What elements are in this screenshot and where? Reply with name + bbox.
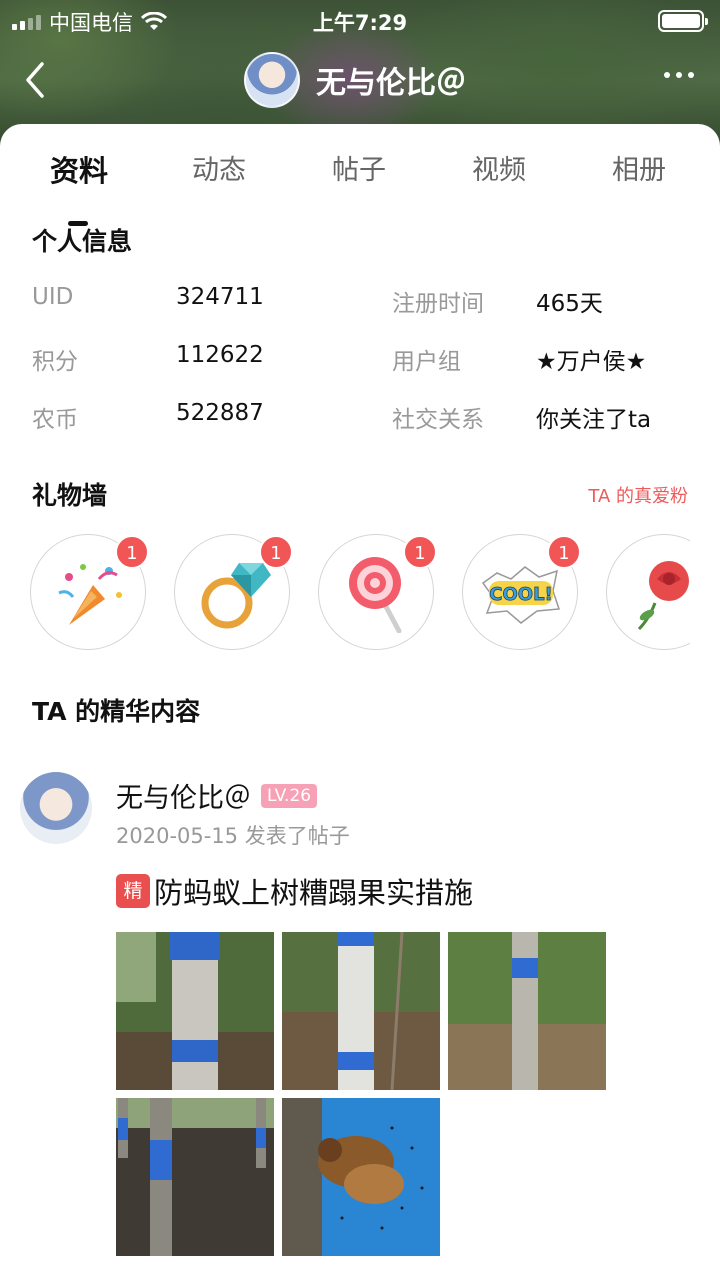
top-nav: 无与伦比＠ (0, 44, 720, 118)
post-photo[interactable] (282, 1098, 440, 1256)
info-value: 324711 (176, 284, 264, 310)
gift-item[interactable] (606, 534, 690, 650)
gift-item[interactable]: 1 (30, 534, 149, 650)
nav-username: 无与伦比＠ (316, 66, 466, 101)
party-popper-icon (58, 564, 122, 625)
clock: 上午7:29 (312, 11, 408, 35)
gift-item[interactable]: 1 (318, 534, 437, 650)
info-label: 社交关系 (392, 407, 484, 433)
post-photo[interactable] (116, 1098, 274, 1256)
gift-count-badge: 1 (403, 535, 437, 569)
tab-videos[interactable]: 视频 (444, 148, 554, 187)
gift-count-badge: 1 (115, 535, 149, 569)
section-title-personal-info: 个人信息 (32, 227, 133, 256)
post-meta: 2020-05-15 发表了帖子 (116, 824, 350, 848)
avatar (244, 52, 300, 108)
post-author[interactable]: 无与伦比＠ (116, 776, 251, 815)
lollipop-icon (349, 557, 402, 633)
status-bar: 中国电信 上午7:29 (0, 0, 720, 40)
author-avatar[interactable] (20, 772, 92, 844)
more-icon[interactable] (664, 72, 694, 78)
featured-tag: 精 (116, 874, 150, 908)
svg-text:COOL!: COOL! (489, 584, 553, 605)
post-photo[interactable] (282, 932, 440, 1090)
info-label: 注册时间 (392, 291, 484, 317)
gift-count-badge: 1 (259, 535, 293, 569)
post-title-row[interactable]: 精 防蚂蚁上树糟蹋果实措施 (116, 870, 473, 912)
back-icon[interactable] (18, 60, 58, 100)
tab-profile[interactable]: 资料 (24, 148, 134, 190)
tab-activity[interactable]: 动态 (164, 148, 274, 187)
post-photo[interactable] (116, 932, 274, 1090)
info-value[interactable]: 你关注了ta (536, 400, 651, 434)
battery-icon (658, 10, 708, 32)
cool-sticker-icon: COOL! (481, 566, 561, 624)
section-title-gift-wall: 礼物墙 (32, 481, 108, 510)
gift-list: 1 1 1 COOL! 1 (30, 534, 690, 654)
info-row: 农币 522887 社交关系 你关注了ta (32, 400, 712, 440)
level-badge: LV.26 (261, 783, 318, 808)
tab-posts[interactable]: 帖子 (304, 148, 414, 187)
post-author-row: 无与伦比＠ LV.26 (116, 776, 318, 815)
gift-item[interactable]: COOL! 1 (462, 534, 581, 650)
nav-title[interactable]: 无与伦比＠ (244, 52, 466, 108)
post-title: 防蚂蚁上树糟蹋果实措施 (154, 876, 474, 910)
gift-item[interactable]: 1 (174, 534, 293, 650)
true-fans-link[interactable]: TA 的真爱粉 (588, 482, 688, 508)
info-label: UID (32, 284, 74, 310)
profile-card: 资料 动态 帖子 视频 相册 个人信息 UID 324711 注册时间 465天… (0, 124, 720, 1280)
info-label: 用户组 (392, 349, 461, 375)
section-title-featured: TA 的精华内容 (32, 697, 201, 726)
tab-bar: 资料 动态 帖子 视频 相册 (0, 148, 720, 226)
info-label: 农币 (32, 407, 78, 433)
rose-icon (637, 561, 689, 631)
info-value: 522887 (176, 400, 264, 426)
post-photo[interactable] (448, 932, 606, 1090)
info-row: UID 324711 注册时间 465天 (32, 284, 712, 324)
info-value: 465天 (536, 291, 603, 317)
info-value: 112622 (176, 342, 264, 368)
info-row: 积分 112622 用户组 ★万户侯★ (32, 342, 712, 382)
gift-count-badge: 1 (547, 535, 581, 569)
diamond-ring-icon (201, 563, 271, 629)
info-value: ★万户侯★ (536, 349, 647, 375)
tab-albums[interactable]: 相册 (584, 148, 694, 187)
info-label: 积分 (32, 349, 78, 375)
